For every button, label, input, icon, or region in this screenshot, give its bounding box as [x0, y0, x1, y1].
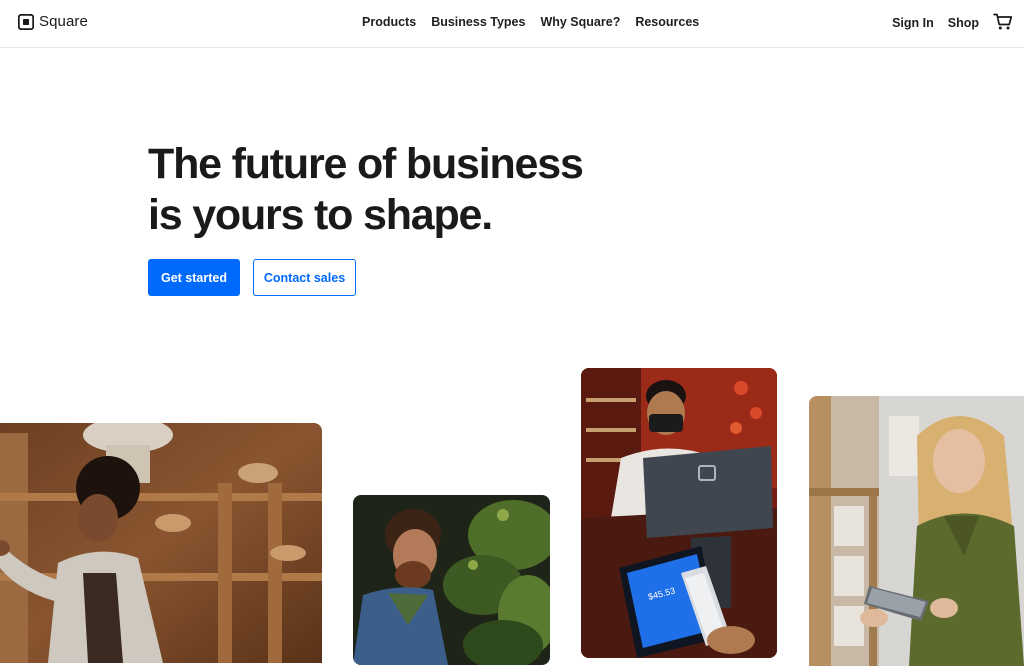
square-logo-icon [18, 13, 34, 30]
cart-icon[interactable] [993, 13, 1013, 31]
account-nav: Sign In Shop [892, 13, 1013, 31]
headline-line-2: is yours to shape. [148, 191, 493, 239]
shop-link[interactable]: Shop [948, 16, 979, 30]
site-header: Square Products Business Types Why Squar… [0, 0, 1024, 48]
photo-plant-nursery [353, 495, 550, 665]
nav-business-types[interactable]: Business Types [431, 15, 525, 29]
hero-headline: The future of business is yours to shape… [148, 139, 584, 241]
photo-restaurant-checkout: $45.53 [581, 368, 777, 658]
contact-sales-button[interactable]: Contact sales [253, 259, 356, 296]
get-started-button[interactable]: Get started [148, 259, 240, 296]
photo-retail-tablet [809, 396, 1024, 666]
brand-name: Square [39, 13, 88, 30]
nav-why-square[interactable]: Why Square? [540, 15, 620, 29]
square-logo[interactable]: Square [18, 13, 88, 30]
photo-pottery-shop [0, 423, 322, 663]
headline-line-1: The future of business [148, 140, 584, 188]
main-nav: Products Business Types Why Square? Reso… [362, 15, 699, 29]
sign-in-link[interactable]: Sign In [892, 16, 934, 30]
nav-resources[interactable]: Resources [635, 15, 699, 29]
nav-products[interactable]: Products [362, 15, 416, 29]
